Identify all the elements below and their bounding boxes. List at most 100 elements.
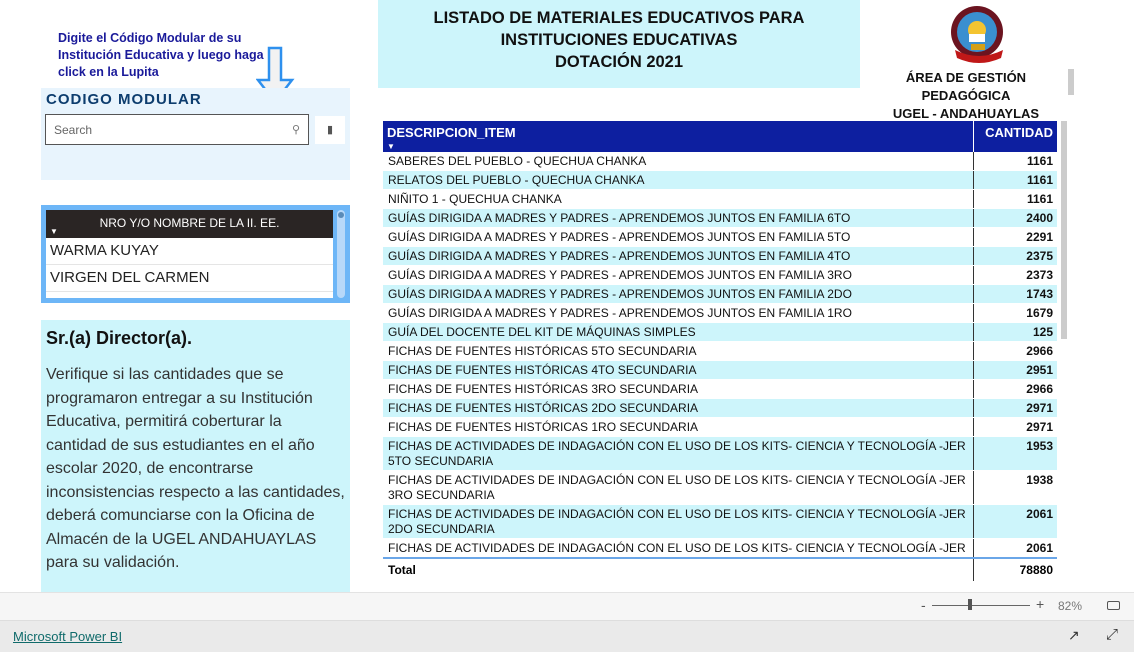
item-description: GUÍAS DIRIGIDA A MADRES Y PADRES - APREN… — [388, 249, 851, 263]
item-quantity: 1743 — [973, 285, 1057, 303]
table-row: FICHAS DE ACTIVIDADES DE INDAGACIÓN CON … — [383, 471, 1057, 505]
list-item[interactable]: WARMA KUYAY — [46, 238, 333, 265]
item-quantity: 1679 — [973, 304, 1057, 322]
expand-icon[interactable]: ⤢ — [1106, 626, 1118, 643]
scrollbar[interactable] — [1068, 69, 1074, 95]
item-description: SABERES DEL PUEBLO - QUECHUA CHANKA — [388, 154, 647, 168]
sort-down-icon[interactable]: ▼ — [50, 227, 58, 236]
table-row: GUÍAS DIRIGIDA A MADRES Y PADRES - APREN… — [383, 228, 1057, 247]
table-row: GUÍA DEL DOCENTE DEL KIT DE MÁQUINAS SIM… — [383, 323, 1057, 342]
item-description: FICHAS DE FUENTES HISTÓRICAS 3RO SECUNDA… — [388, 382, 699, 396]
item-description: GUÍAS DIRIGIDA A MADRES Y PADRES - APREN… — [388, 268, 852, 282]
item-quantity: 1161 — [973, 190, 1057, 208]
area-title: ÁREA DE GESTIÓN PEDAGÓGICA UGEL - ANDAHU… — [866, 69, 1066, 123]
item-description: FICHAS DE FUENTES HISTÓRICAS 1RO SECUNDA… — [388, 420, 699, 434]
item-description: FICHAS DE ACTIVIDADES DE INDAGACIÓN CON … — [388, 507, 966, 536]
item-quantity: 2971 — [973, 399, 1057, 417]
search-input[interactable]: Search ⚲ — [45, 114, 309, 145]
slicer-header-label: NRO Y/O NOMBRE DE LA II. EE. — [99, 216, 280, 230]
total-value: 78880 — [973, 559, 1057, 581]
item-quantity: 1938 — [973, 471, 1057, 504]
item-quantity: 2291 — [973, 228, 1057, 246]
table-row: FICHAS DE FUENTES HISTÓRICAS 5TO SECUNDA… — [383, 342, 1057, 361]
item-description: NIÑITO 1 - QUECHUA CHANKA — [388, 192, 562, 206]
table-header: DESCRIPCION_ITEM ▼ CANTIDAD — [383, 121, 1057, 152]
page-title: LISTADO DE MATERIALES EDUCATIVOS PARA IN… — [378, 0, 860, 88]
item-quantity: 2966 — [973, 380, 1057, 398]
zoom-bar: - + 82% — [0, 592, 1134, 620]
notice-title: Sr.(a) Director(a). — [46, 328, 193, 348]
slicer-header[interactable]: NRO Y/O NOMBRE DE LA II. EE. ▼ — [46, 210, 333, 238]
materials-table: DESCRIPCION_ITEM ▼ CANTIDAD SABERES DEL P… — [383, 121, 1057, 581]
column-header-description[interactable]: DESCRIPCION_ITEM ▼ — [383, 121, 973, 152]
total-label: Total — [388, 563, 416, 577]
table-row: FICHAS DE FUENTES HISTÓRICAS 3RO SECUNDA… — [383, 380, 1057, 399]
instructions-text: Digite el Código Modular de su Instituci… — [58, 31, 264, 79]
search-placeholder: Search — [54, 123, 93, 137]
title-line: INSTITUCIONES EDUCATIVAS — [500, 31, 738, 49]
item-quantity: 2061 — [973, 539, 1057, 557]
table-row: FICHAS DE ACTIVIDADES DE INDAGACIÓN CON … — [383, 539, 1057, 559]
filter-title: CODIGO MODULAR — [46, 91, 202, 108]
item-description: FICHAS DE ACTIVIDADES DE INDAGACIÓN CON … — [388, 541, 966, 555]
item-quantity: 2966 — [973, 342, 1057, 360]
item-description: GUÍAS DIRIGIDA A MADRES Y PADRES - APREN… — [388, 230, 851, 244]
table-row: FICHAS DE ACTIVIDADES DE INDAGACIÓN CON … — [383, 505, 1057, 539]
item-quantity: 1161 — [973, 171, 1057, 189]
item-description: RELATOS DEL PUEBLO - QUECHUA CHANKA — [388, 173, 645, 187]
item-quantity: 2373 — [973, 266, 1057, 284]
item-description: FICHAS DE FUENTES HISTÓRICAS 4TO SECUNDA… — [388, 363, 697, 377]
school-slicer: NRO Y/O NOMBRE DE LA II. EE. ▼ WARMA KUYA… — [41, 205, 350, 303]
director-notice: Sr.(a) Director(a). Verifique si las can… — [41, 320, 350, 592]
item-quantity: 1953 — [973, 437, 1057, 470]
search-icon[interactable]: ⚲ — [292, 123, 300, 136]
zoom-slider[interactable] — [932, 605, 1030, 606]
item-quantity: 2951 — [973, 361, 1057, 379]
column-header-quantity[interactable]: CANTIDAD — [973, 121, 1057, 152]
table-row: GUÍAS DIRIGIDA A MADRES Y PADRES - APREN… — [383, 304, 1057, 323]
footer: Microsoft Power BI ↗ ⤢ — [0, 620, 1134, 652]
scrollbar[interactable] — [337, 210, 345, 298]
notice-text: Verifique si las cantidades que se progr… — [46, 366, 345, 571]
item-description: FICHAS DE ACTIVIDADES DE INDAGACIÓN CON … — [388, 473, 966, 502]
code-modular-filter: CODIGO MODULAR Search ⚲ ▮ — [41, 88, 350, 180]
item-quantity: 2375 — [973, 247, 1057, 265]
item-description: GUÍAS DIRIGIDA A MADRES Y PADRES - APREN… — [388, 287, 852, 301]
column-label: DESCRIPCION_ITEM — [387, 125, 516, 140]
table-row: NIÑITO 1 - QUECHUA CHANKA 1161 — [383, 190, 1057, 209]
ugel-logo — [951, 6, 1003, 63]
zoom-slider-handle[interactable] — [968, 599, 972, 610]
eraser-icon[interactable]: ▮ — [315, 116, 345, 144]
sort-down-icon[interactable]: ▼ — [387, 142, 395, 151]
table-row: RELATOS DEL PUEBLO - QUECHUA CHANKA 1161 — [383, 171, 1057, 190]
total-row: Total 78880 — [383, 559, 1057, 581]
area-line: ÁREA DE GESTIÓN PEDAGÓGICA — [905, 70, 1027, 103]
table-row: GUÍAS DIRIGIDA A MADRES Y PADRES - APREN… — [383, 247, 1057, 266]
item-description: GUÍA DEL DOCENTE DEL KIT DE MÁQUINAS SIM… — [388, 325, 696, 339]
item-quantity: 125 — [973, 323, 1057, 341]
fit-to-page-icon[interactable] — [1107, 601, 1120, 610]
item-description: GUÍAS DIRIGIDA A MADRES Y PADRES - APREN… — [388, 211, 851, 225]
power-bi-link[interactable]: Microsoft Power BI — [13, 629, 122, 644]
title-line: DOTACIÓN 2021 — [554, 53, 684, 71]
table-row: FICHAS DE FUENTES HISTÓRICAS 1RO SECUNDA… — [383, 418, 1057, 437]
table-row: FICHAS DE FUENTES HISTÓRICAS 2DO SECUNDA… — [383, 399, 1057, 418]
zoom-in-button[interactable]: + — [1036, 596, 1044, 612]
zoom-out-button[interactable]: - — [921, 597, 926, 613]
table-row: FICHAS DE FUENTES HISTÓRICAS 4TO SECUNDA… — [383, 361, 1057, 380]
item-description: FICHAS DE ACTIVIDADES DE INDAGACIÓN CON … — [388, 439, 966, 468]
share-icon[interactable]: ↗ — [1068, 627, 1080, 644]
zoom-level: 82% — [1058, 599, 1083, 613]
list-item[interactable]: VIRGEN DEL CARMEN — [46, 265, 333, 292]
scrollbar[interactable] — [1061, 121, 1067, 339]
item-description: FICHAS DE FUENTES HISTÓRICAS 2DO SECUNDA… — [388, 401, 699, 415]
table-row: FICHAS DE ACTIVIDADES DE INDAGACIÓN CON … — [383, 437, 1057, 471]
item-description: GUÍAS DIRIGIDA A MADRES Y PADRES - APREN… — [388, 306, 852, 320]
item-description: FICHAS DE FUENTES HISTÓRICAS 5TO SECUNDA… — [388, 344, 697, 358]
item-quantity: 2971 — [973, 418, 1057, 436]
title-line: LISTADO DE MATERIALES EDUCATIVOS PARA — [433, 9, 805, 27]
table-row: GUÍAS DIRIGIDA A MADRES Y PADRES - APREN… — [383, 266, 1057, 285]
table-row: GUÍAS DIRIGIDA A MADRES Y PADRES - APREN… — [383, 285, 1057, 304]
table-row: SABERES DEL PUEBLO - QUECHUA CHANKA 1161 — [383, 152, 1057, 171]
item-quantity: 1161 — [973, 152, 1057, 170]
